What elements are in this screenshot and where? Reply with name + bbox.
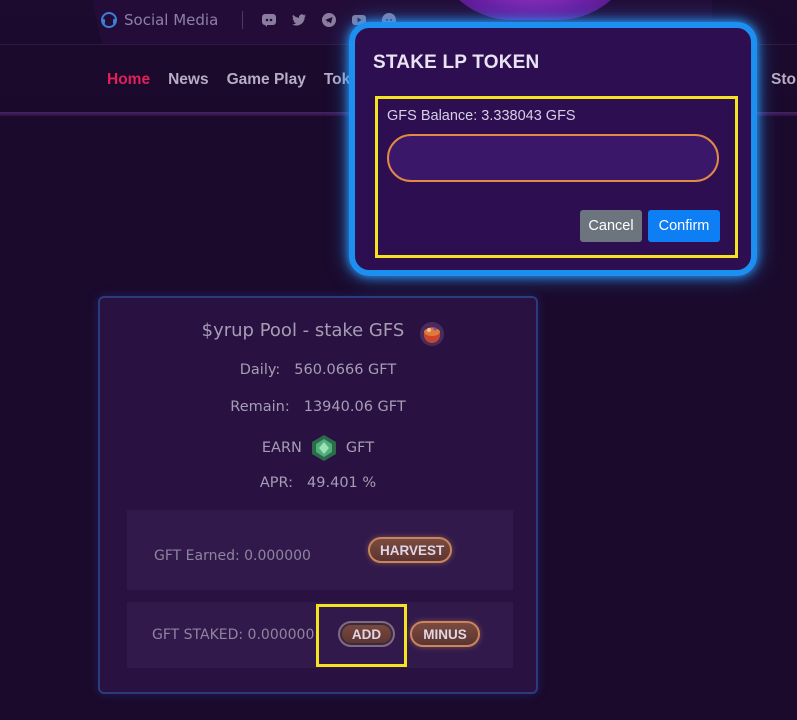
daily-value: 560.0666 GFT bbox=[294, 362, 397, 378]
apr-row: APR: 49.401 % bbox=[100, 475, 536, 491]
minus-button[interactable]: MINUS bbox=[410, 621, 480, 647]
nav-game-play[interactable]: Game Play bbox=[227, 71, 306, 89]
modal-title: STAKE LP TOKEN bbox=[373, 52, 540, 73]
daily-row: Daily: 560.0666 GFT bbox=[100, 362, 536, 378]
pool-title: $yrup Pool - stake GFS bbox=[100, 320, 536, 341]
gft-token-icon bbox=[311, 435, 336, 461]
nav-store[interactable]: Sto bbox=[771, 71, 796, 89]
headset-icon bbox=[101, 12, 117, 28]
discord-icon[interactable] bbox=[261, 12, 277, 28]
main-nav: Home News Game Play Toke bbox=[107, 71, 359, 89]
pool-title-text: $yrup Pool - stake GFS bbox=[201, 320, 405, 341]
nav-home[interactable]: Home bbox=[107, 71, 150, 89]
daily-label: Daily: bbox=[239, 362, 281, 378]
earn-label: EARN bbox=[261, 440, 302, 456]
apr-label: APR: bbox=[259, 475, 294, 491]
add-button-highlight bbox=[316, 604, 407, 667]
harvest-button[interactable]: HARVEST bbox=[368, 537, 452, 563]
pool-token-icon bbox=[420, 322, 444, 346]
gft-earned-text: GFT Earned: 0.000000 bbox=[154, 548, 311, 564]
divider bbox=[242, 11, 244, 29]
gft-staked-text: GFT STAKED: 0.000000 bbox=[152, 627, 315, 643]
remain-row: Remain: 13940.06 GFT bbox=[100, 399, 536, 415]
twitter-icon[interactable] bbox=[291, 12, 307, 28]
earn-token: GFT bbox=[345, 440, 375, 456]
earn-row: EARN GFT bbox=[100, 434, 536, 462]
remain-value: 13940.06 GFT bbox=[303, 399, 406, 415]
modal-form-highlight bbox=[375, 96, 738, 258]
apr-value: 49.401 % bbox=[307, 475, 377, 491]
remain-label: Remain: bbox=[230, 399, 290, 415]
social-media-bar: Social Media bbox=[100, 11, 397, 29]
social-media-label: Social Media bbox=[124, 11, 219, 29]
nav-news[interactable]: News bbox=[168, 71, 209, 89]
telegram-icon[interactable] bbox=[321, 12, 337, 28]
earned-panel: GFT Earned: 0.000000 HARVEST bbox=[127, 510, 513, 590]
